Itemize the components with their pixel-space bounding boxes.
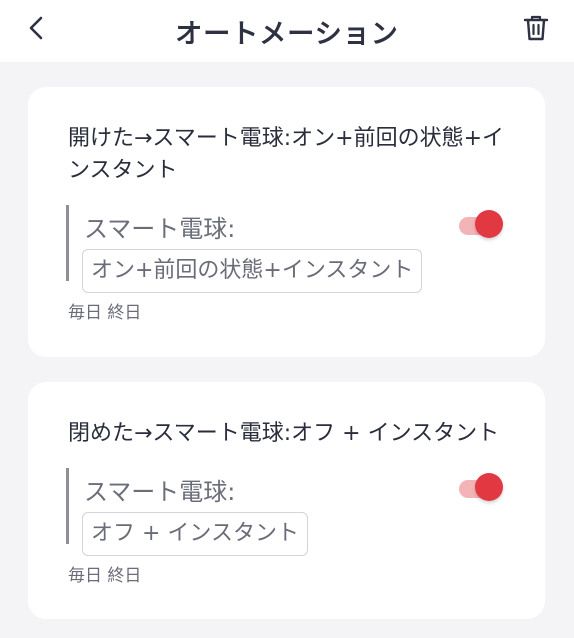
header-bar: オートメーション <box>0 0 574 62</box>
action-value-chip[interactable]: オン+前回の状態+インスタント <box>82 249 423 293</box>
automation-title: 閉めた→スマート電球:オフ + インスタント <box>68 421 500 446</box>
page-title: オートメーション <box>175 19 399 50</box>
toggle-knob <box>475 473 503 501</box>
automation-card[interactable]: 閉めた→スマート電球:オフ + インスタント スマート電球: オフ + インスタ… <box>28 382 545 619</box>
delete-button[interactable] <box>516 10 556 50</box>
automation-toggle[interactable] <box>459 210 503 240</box>
trash-icon <box>523 14 549 46</box>
device-label: スマート電球: <box>84 478 236 506</box>
toggle-knob <box>475 210 503 238</box>
schedule-text: 毎日 終日 <box>68 303 142 323</box>
automation-card[interactable]: 開けた→スマート電球:オン+前回の状態+インスタント スマート電球: オン+前回… <box>28 87 545 357</box>
automation-toggle[interactable] <box>459 473 503 503</box>
action-divider <box>66 205 69 281</box>
action-divider <box>66 468 69 544</box>
automation-title: 開けた→スマート電球:オン+前回の状態+インスタント <box>68 126 505 183</box>
action-value-chip[interactable]: オフ + インスタント <box>82 512 308 556</box>
device-label: スマート電球: <box>84 215 236 243</box>
schedule-text: 毎日 終日 <box>68 566 142 586</box>
